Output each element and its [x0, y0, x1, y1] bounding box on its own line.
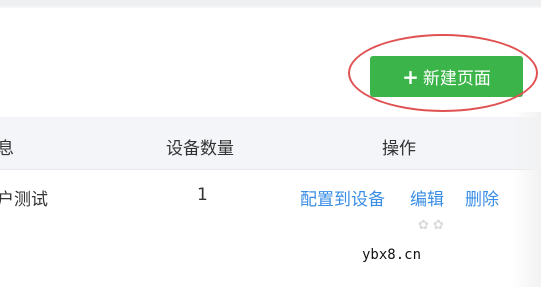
watermark-text: ybx8.cn [362, 247, 422, 263]
column-header-actions: 操作 [382, 139, 416, 159]
new-page-button[interactable]: + 新建页面 [370, 56, 523, 97]
assign-to-device-link[interactable]: 配置到设备 [300, 185, 385, 210]
new-page-button-label: 新建页面 [422, 69, 491, 89]
table-header: 息 设备数量 操作 [0, 117, 541, 170]
column-header-device-count: 设备数量 [166, 139, 234, 159]
column-header-info: 息 [0, 139, 14, 159]
watermark-logo: ✿ ✿ [418, 218, 444, 233]
edit-link[interactable]: 编辑 [410, 185, 444, 210]
device-count-cell: 1 [197, 185, 208, 205]
plus-icon: + [402, 64, 419, 89]
top-bar-divider [0, 6, 541, 8]
delete-link[interactable]: 删除 [465, 185, 499, 210]
scroll-shadow [512, 112, 541, 287]
page-name-cell: 户测试 [0, 190, 48, 210]
